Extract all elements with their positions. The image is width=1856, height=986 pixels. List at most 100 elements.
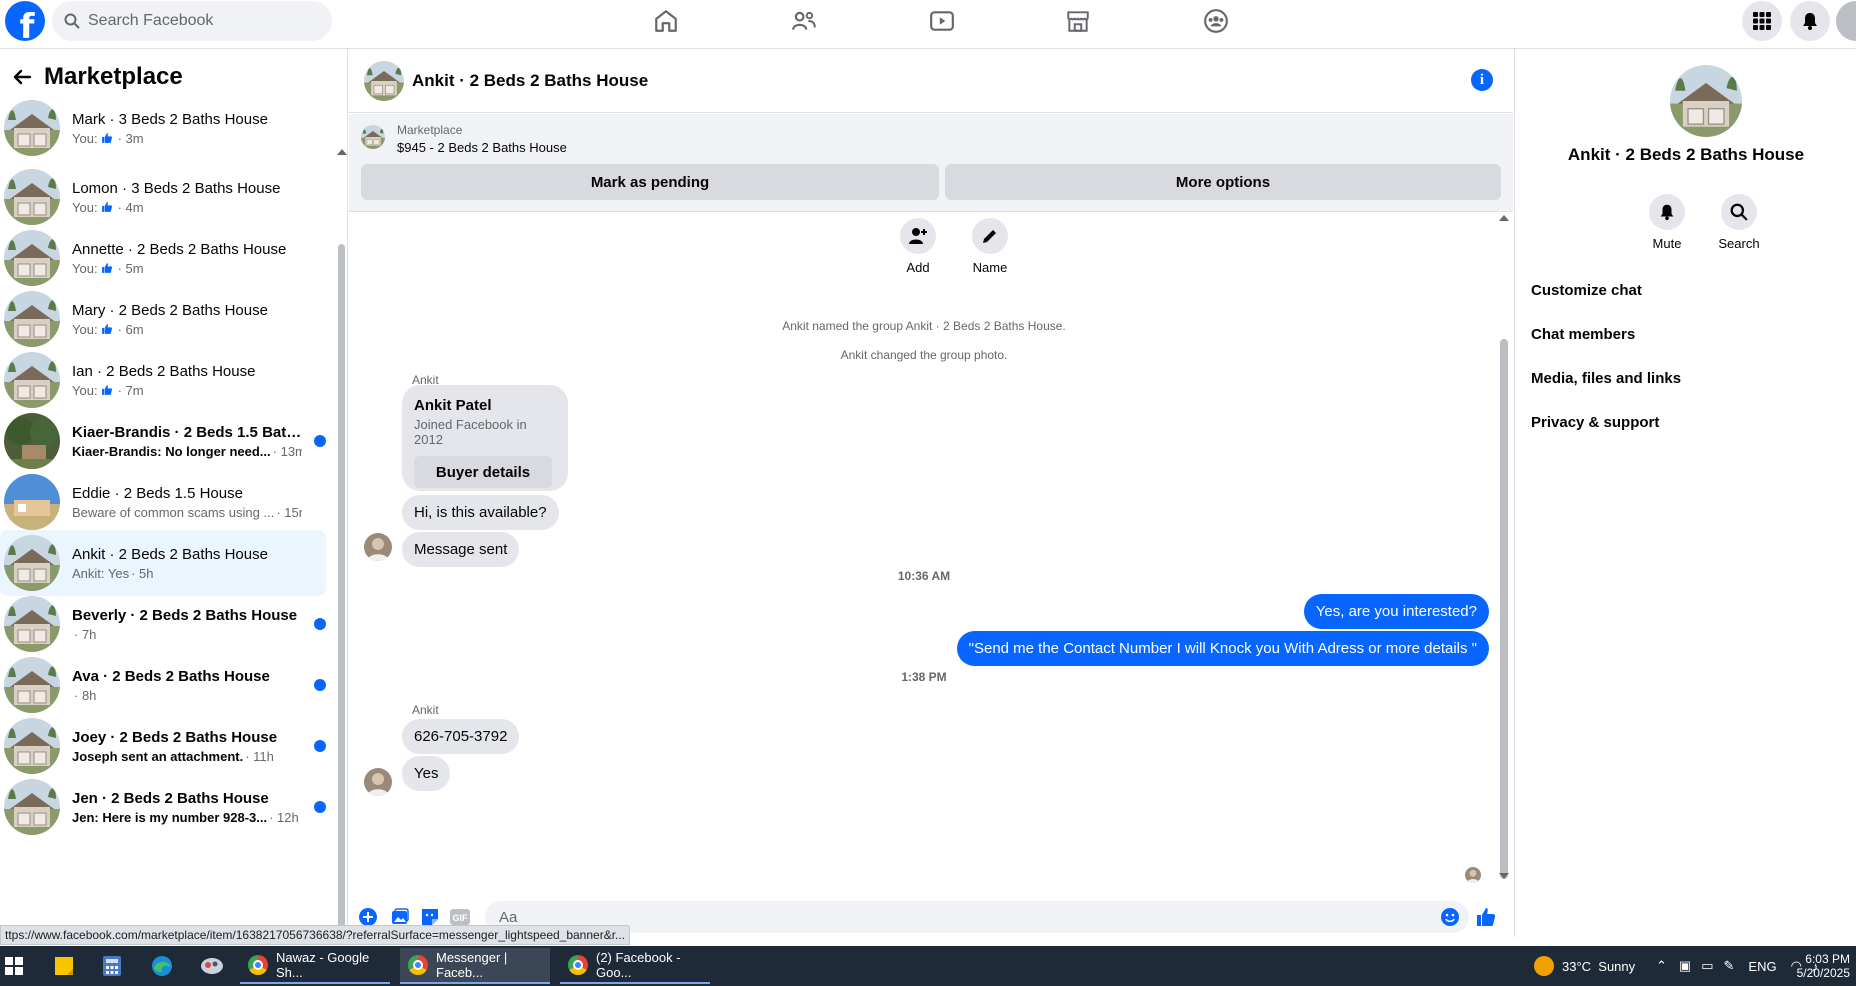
conversation-thumbnail xyxy=(4,291,60,347)
taskbar-task[interactable]: Nawaz - Google Sh... xyxy=(240,948,390,984)
sender-avatar[interactable] xyxy=(364,533,392,561)
conversation-thumbnail xyxy=(4,352,60,408)
language-indicator[interactable]: ENG xyxy=(1748,959,1776,974)
mute-action[interactable]: Mute xyxy=(1637,194,1697,251)
conversation-preview: You: · 5m xyxy=(72,261,302,276)
conversation-thumbnail xyxy=(4,596,60,652)
search-label: Search xyxy=(1718,236,1760,251)
groups-icon[interactable] xyxy=(1196,6,1236,36)
device-icon[interactable]: ▣ xyxy=(1679,958,1691,974)
conversation-name: Kiaer-Brandis · 2 Beds 1.5 Bath... xyxy=(72,423,302,441)
back-arrow-icon[interactable] xyxy=(4,59,40,95)
friends-icon[interactable] xyxy=(784,6,824,36)
taskbar-task[interactable]: (2) Facebook - Goo... xyxy=(560,948,710,984)
search-chat-action[interactable]: Search xyxy=(1709,194,1769,251)
conversation-item[interactable]: Lomon · 3 Beds 2 Baths House You: · 4m xyxy=(0,164,326,230)
facebook-logo[interactable]: f xyxy=(5,1,45,41)
chat-avatar[interactable] xyxy=(364,60,404,101)
calculator-icon[interactable] xyxy=(98,952,126,980)
conversation-preview: Beware of common scams using ...· 15m xyxy=(72,505,302,520)
marketplace-icon[interactable] xyxy=(1058,6,1098,36)
outgoing-message[interactable]: "Send me the Contact Number I will Knock… xyxy=(956,631,1489,666)
incoming-message[interactable]: 626-705-3792 xyxy=(402,719,520,754)
conversation-item[interactable]: Ian · 2 Beds 2 Baths House You: · 7m xyxy=(0,347,326,413)
chat-scrollbar[interactable] xyxy=(1500,339,1508,879)
conversation-name: Beverly · 2 Beds 2 Baths House xyxy=(72,606,298,624)
edge-browser-icon[interactable] xyxy=(148,952,176,980)
chat-title[interactable]: Ankit · 2 Beds 2 Baths House xyxy=(412,71,648,91)
menu-grid-icon[interactable] xyxy=(1742,1,1782,41)
mark-pending-button[interactable]: Mark as pending xyxy=(361,164,939,200)
search-box[interactable] xyxy=(52,1,332,41)
sender-avatar[interactable] xyxy=(364,768,392,796)
message-input[interactable] xyxy=(499,908,1399,926)
conversation-thumbnail xyxy=(4,474,60,530)
search-icon xyxy=(1730,203,1748,221)
conversation-item[interactable]: Ankit · 2 Beds 2 Baths House Ankit: Yes · … xyxy=(0,530,326,596)
unread-indicator xyxy=(314,618,326,630)
clock[interactable]: 6:03 PM 5/20/2025 xyxy=(1790,946,1850,986)
conversation-preview: · 8h xyxy=(72,688,302,703)
sticky-notes-icon[interactable] xyxy=(50,952,78,980)
conversation-thumbnail xyxy=(4,657,60,713)
unread-indicator xyxy=(314,435,326,447)
taskbar-task-active[interactable]: Messenger | Faceb... xyxy=(400,948,550,984)
privacy-support-item[interactable]: Privacy & support xyxy=(1531,414,1659,431)
conversation-thumbnail xyxy=(4,100,60,156)
preview-text: Beware of common scams using ... xyxy=(72,504,275,520)
message-input-box[interactable] xyxy=(485,901,1469,933)
weather-widget[interactable]: 33°C Sunny xyxy=(1534,946,1635,986)
scroll-up-arrow[interactable] xyxy=(337,149,347,155)
system-message: Ankit named the group Ankit · 2 Beds 2 B… xyxy=(782,319,1066,333)
conversation-item[interactable]: Mark · 3 Beds 2 Baths House You: · 3m xyxy=(0,95,326,161)
search-input[interactable] xyxy=(88,12,288,30)
windows-start-icon[interactable] xyxy=(0,952,28,980)
conversation-item[interactable]: Eddie · 2 Beds 1.5 House Beware of common… xyxy=(0,469,326,535)
customize-chat-item[interactable]: Customize chat xyxy=(1531,282,1642,299)
unread-indicator xyxy=(314,801,326,813)
conversation-item[interactable]: Mary · 2 Beds 2 Baths House You: · 6m xyxy=(0,286,326,352)
emoji-icon[interactable] xyxy=(1439,906,1461,928)
chat-scroll-down[interactable] xyxy=(1499,873,1509,879)
outgoing-message[interactable]: Yes, are you interested? xyxy=(1303,594,1489,629)
app-icon[interactable] xyxy=(198,952,226,980)
chat-scroll-up[interactable] xyxy=(1499,215,1509,221)
buyer-details-button[interactable]: Buyer details xyxy=(414,456,552,488)
like-thumb-icon[interactable] xyxy=(1475,906,1497,928)
watch-icon[interactable] xyxy=(922,6,962,36)
conversation-name: Ian · 2 Beds 2 Baths House xyxy=(72,362,256,380)
incoming-message[interactable]: Hi, is this available? xyxy=(402,495,559,530)
display-icon[interactable]: ▭ xyxy=(1701,958,1713,974)
conversation-item[interactable]: Jen · 2 Beds 2 Baths House Jen: Here is m… xyxy=(0,774,326,840)
listing-thumbnail[interactable] xyxy=(361,125,385,149)
conversation-name: Mark · 3 Beds 2 Baths House xyxy=(72,110,268,128)
conversation-item[interactable]: Annette · 2 Beds 2 Baths House You: · 5m xyxy=(0,225,326,291)
incoming-message[interactable]: Message sent xyxy=(402,532,520,567)
conversation-item[interactable]: Kiaer-Brandis · 2 Beds 1.5 Bath... Kiaer-… xyxy=(0,408,326,474)
conversation-item[interactable]: Beverly · 2 Beds 2 Baths House · 7h xyxy=(0,591,326,657)
add-member-action[interactable]: Add xyxy=(888,218,948,275)
chat-members-item[interactable]: Chat members xyxy=(1531,326,1635,343)
notifications-icon[interactable] xyxy=(1790,1,1830,41)
time-ago: · 4m xyxy=(117,199,144,215)
like-thumb-icon xyxy=(101,202,112,212)
pen-icon[interactable]: ✎ xyxy=(1724,958,1735,974)
group-photo[interactable] xyxy=(1670,65,1742,137)
info-icon[interactable]: i xyxy=(1471,69,1493,91)
message-thread: Add Name Ankit named the group Ankit · 2… xyxy=(349,213,1513,889)
sidebar-scrollbar[interactable] xyxy=(338,244,345,934)
conversation-item[interactable]: Ava · 2 Beds 2 Baths House · 8h xyxy=(0,652,326,718)
more-options-button[interactable]: More options xyxy=(945,164,1501,200)
name-group-action[interactable]: Name xyxy=(960,218,1020,275)
chevron-up-icon[interactable]: ⌃ xyxy=(1656,958,1667,974)
media-files-links-item[interactable]: Media, files and links xyxy=(1531,370,1681,387)
profile-avatar[interactable] xyxy=(1836,1,1856,41)
incoming-message[interactable]: Yes xyxy=(402,756,451,791)
time-ago: · 12h xyxy=(269,809,299,825)
conversation-item[interactable]: Joey · 2 Beds 2 Baths House Joseph sent a… xyxy=(0,713,326,779)
listing-price[interactable]: $945 - 2 Beds 2 Baths House xyxy=(397,140,567,155)
home-icon[interactable] xyxy=(646,6,686,36)
chrome-icon xyxy=(248,955,268,975)
conversation-preview: You: · 3m xyxy=(72,131,302,146)
conversation-text: Ava · 2 Beds 2 Baths House · 8h xyxy=(72,668,302,703)
